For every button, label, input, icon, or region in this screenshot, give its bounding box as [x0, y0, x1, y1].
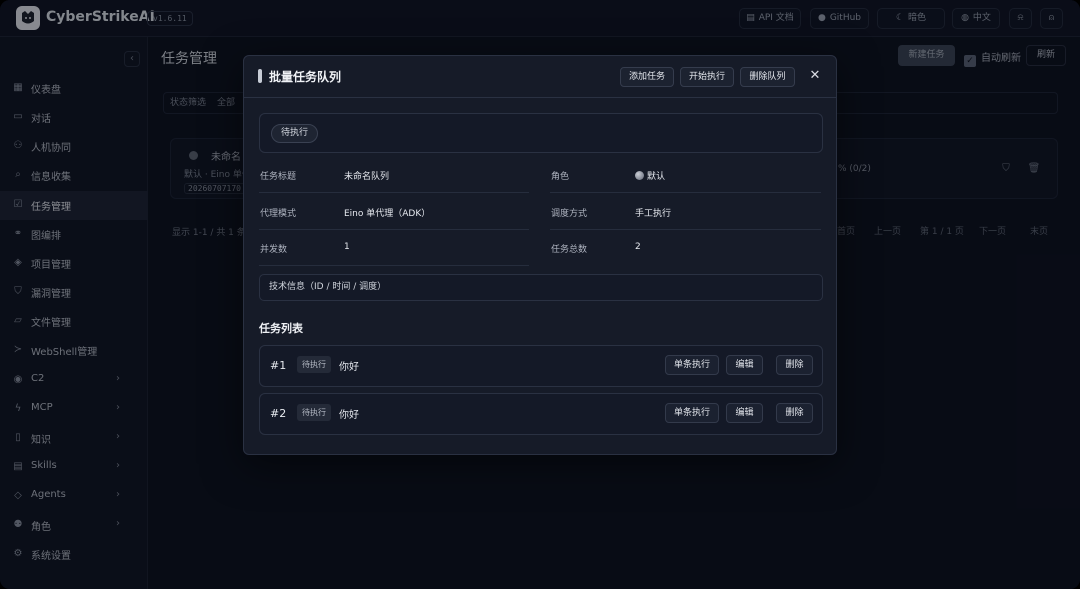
- field-value: 1: [344, 242, 350, 252]
- queue-status-box: 待执行: [259, 113, 823, 153]
- field-role: 角色 默认: [550, 157, 821, 193]
- role-value: 默认: [647, 172, 666, 182]
- run-single-button[interactable]: 单条执行: [665, 403, 719, 423]
- field-label: 角色: [551, 172, 570, 182]
- add-task-button[interactable]: 添加任务: [620, 67, 674, 87]
- modal-title: 批量任务队列: [269, 70, 342, 84]
- task-list-title: 任务列表: [259, 322, 303, 335]
- field-label: 任务标题: [260, 172, 297, 182]
- field-value: 2: [635, 242, 641, 252]
- run-single-button[interactable]: 单条执行: [665, 355, 719, 375]
- field-label: 代理模式: [260, 209, 297, 219]
- title-accent-bar: [258, 69, 262, 83]
- app-window: CyberStrikeAI v1.6.11 ▤ API 文档 ● GitHub ☾ 暗…: [0, 0, 1080, 589]
- role-icon: [635, 171, 644, 180]
- queue-task-row: #2 待执行 你好 单条执行 编辑 删除: [259, 393, 823, 435]
- field-value: Eino 单代理（ADK）: [344, 209, 431, 219]
- task-text: 你好: [339, 410, 359, 421]
- delete-queue-button[interactable]: 删除队列: [740, 67, 795, 87]
- field-value: 未命名队列: [344, 172, 390, 182]
- edit-button[interactable]: 编辑: [726, 403, 763, 423]
- field-value-role: 默认: [635, 169, 665, 182]
- close-icon[interactable]: ✕: [808, 69, 822, 83]
- field-label: 并发数: [260, 245, 288, 255]
- delete-button[interactable]: 删除: [776, 355, 813, 375]
- batch-queue-modal: 批量任务队列 添加任务 开始执行 删除队列 ✕ 待执行 任务标题 未命名队列 角…: [243, 55, 837, 455]
- delete-button[interactable]: 删除: [776, 403, 813, 423]
- field-schedule: 调度方式 手工执行: [550, 194, 821, 230]
- modal-header: 批量任务队列 添加任务 开始执行 删除队列 ✕: [244, 56, 836, 98]
- start-execution-button[interactable]: 开始执行: [680, 67, 734, 87]
- field-task-title: 任务标题 未命名队列: [259, 157, 529, 193]
- field-concurrency: 并发数 1: [259, 230, 529, 266]
- field-agent-mode: 代理模式 Eino 单代理（ADK）: [259, 194, 529, 230]
- status-badge: 待执行: [271, 124, 319, 143]
- task-number: #2: [270, 407, 287, 420]
- task-status-badge: 待执行: [297, 356, 331, 373]
- task-text: 你好: [339, 362, 359, 373]
- queue-task-row: #1 待执行 你好 单条执行 编辑 删除: [259, 345, 823, 387]
- field-total: 任务总数 2: [550, 230, 821, 266]
- task-status-badge: 待执行: [297, 404, 331, 421]
- tech-info-toggle[interactable]: 技术信息（ID / 时间 / 调度）: [259, 274, 823, 301]
- field-label: 任务总数: [551, 245, 588, 255]
- field-value: 手工执行: [635, 209, 672, 219]
- edit-button[interactable]: 编辑: [726, 355, 763, 375]
- field-label: 调度方式: [551, 209, 588, 219]
- task-number: #1: [270, 359, 287, 372]
